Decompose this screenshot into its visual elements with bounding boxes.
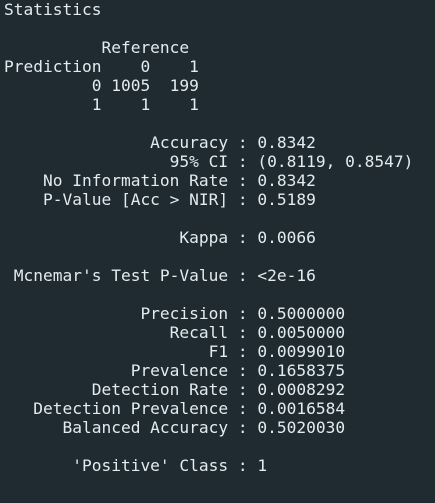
- metric-ci: 95% CI : (0.8119, 0.8547): [4, 152, 414, 171]
- metric-precision: Precision : 0.5000000: [4, 304, 346, 323]
- console-output: Statistics Reference Prediction 0 1 0 10…: [0, 0, 435, 503]
- metric-mcnemar: Mcnemar's Test P-Value : <2e-16: [4, 266, 316, 285]
- metric-pvalue: P-Value [Acc > NIR] : 0.5189: [4, 190, 316, 209]
- confusion-row-0: 0 1005 199: [4, 76, 199, 95]
- metric-f1: F1 : 0.0099010: [4, 342, 346, 361]
- metric-prevalence: Prevalence : 0.1658375: [4, 361, 346, 380]
- metric-recall: Recall : 0.0050000: [4, 323, 346, 342]
- metric-detection-prevalence: Detection Prevalence : 0.0016584: [4, 399, 346, 418]
- section-title: Statistics: [4, 0, 102, 19]
- metric-balanced-accuracy: Balanced Accuracy : 0.5020030: [4, 418, 346, 437]
- metric-nir: No Information Rate : 0.8342: [4, 171, 316, 190]
- metric-accuracy: Accuracy : 0.8342: [4, 133, 316, 152]
- confusion-header-reference: Reference: [4, 38, 190, 57]
- confusion-header-prediction: Prediction 0 1: [4, 57, 199, 76]
- metric-kappa: Kappa : 0.0066: [4, 228, 316, 247]
- confusion-row-1: 1 1 1: [4, 95, 199, 114]
- metric-detection-rate: Detection Rate : 0.0008292: [4, 380, 346, 399]
- metric-positive-class: 'Positive' Class : 1: [4, 456, 268, 475]
